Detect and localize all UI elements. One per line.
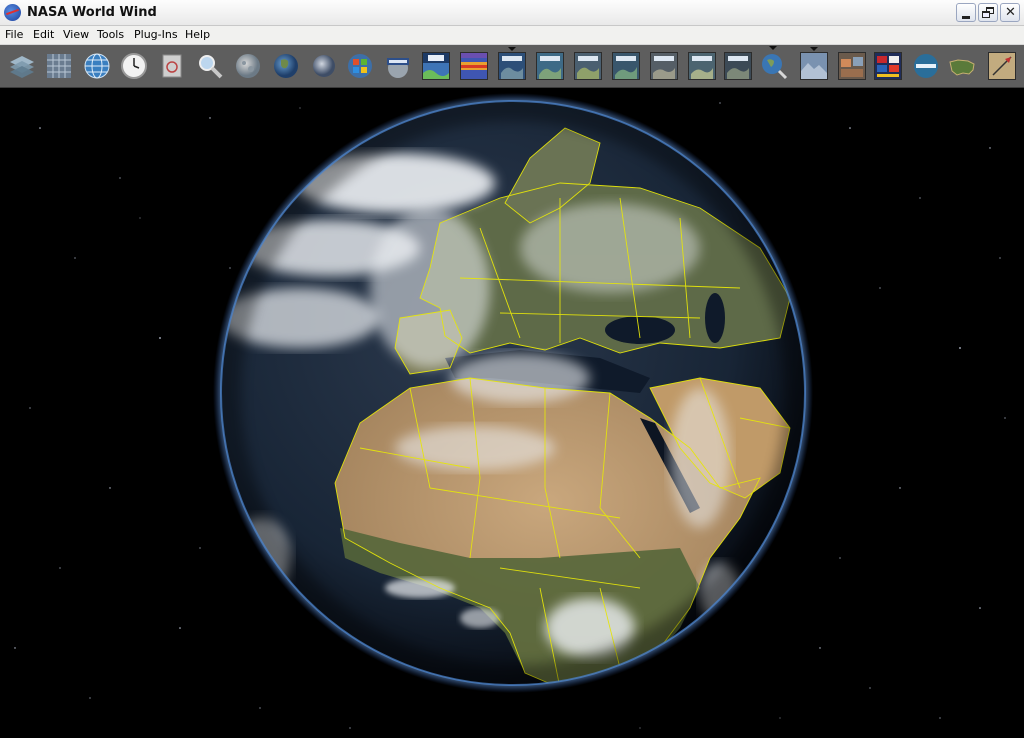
imagery-layer-icon [537, 53, 563, 79]
globe-search-icon [762, 54, 788, 80]
windows-button[interactable] [346, 52, 374, 80]
menu-bar: File Edit View Tools Plug-Ins Help [0, 26, 1024, 45]
planet-icon [313, 55, 335, 77]
latlon-grid-icon [47, 54, 71, 78]
black-sea [605, 316, 675, 344]
imagery-layer-button-1[interactable] [536, 52, 564, 80]
dropdown-arrow-icon [810, 47, 818, 51]
menu-plug-ins[interactable]: Plug-Ins [134, 28, 178, 41]
latlon-grid-button[interactable] [45, 52, 73, 80]
city-layer-icon [839, 53, 865, 79]
screenshot-icon [162, 54, 182, 78]
placenames-button[interactable] [912, 52, 940, 80]
close-icon: ✕ [1005, 5, 1016, 20]
usa-map-icon [949, 59, 975, 76]
magnifier-icon [199, 55, 223, 79]
search-button[interactable] [196, 52, 224, 80]
layers-icon [10, 56, 34, 78]
flags-icon [875, 53, 901, 79]
modis-button[interactable] [384, 52, 412, 80]
windows-logo-icon [348, 54, 372, 78]
landsat-layer-button[interactable] [498, 47, 526, 80]
compass-button[interactable] [988, 52, 1016, 80]
imagery-layer-icon [613, 53, 639, 79]
imagery-layer-button-2[interactable] [574, 52, 602, 80]
temperature-map-icon [461, 53, 487, 79]
imagery-layer-icon [725, 53, 751, 79]
maximize-button[interactable] [978, 3, 998, 22]
imagery-layer-button-6[interactable] [724, 52, 752, 80]
title-bar: NASA World Wind ✕ [0, 0, 1024, 26]
window-title: NASA World Wind [27, 5, 157, 20]
clock-icon [121, 53, 147, 79]
imagery-layer-icon [575, 53, 601, 79]
toolbar [0, 45, 1024, 88]
terrain-layer-icon [801, 53, 827, 79]
menu-view[interactable]: View [63, 28, 89, 41]
dropdown-arrow-icon [508, 47, 516, 51]
planet-button[interactable] [310, 52, 338, 80]
temperature-map-button[interactable] [460, 52, 488, 80]
globe-scene[interactable] [0, 88, 1024, 738]
flags-button[interactable] [874, 52, 902, 80]
wms-button[interactable] [422, 52, 450, 80]
caspian-sea [705, 293, 725, 343]
wms-icon [423, 53, 449, 79]
terrain-layer-button[interactable] [800, 47, 828, 80]
globe-grid-icon [84, 53, 110, 79]
menu-tools[interactable]: Tools [97, 28, 124, 41]
moon-button[interactable] [234, 52, 262, 80]
landsat-layer-icon [499, 53, 525, 79]
dropdown-arrow-icon [769, 46, 777, 50]
imagery-layer-button-5[interactable] [688, 52, 716, 80]
layers-button[interactable] [8, 52, 36, 80]
menu-edit[interactable]: Edit [33, 28, 54, 41]
imagery-layer-icon [651, 53, 677, 79]
moon-icon [236, 54, 260, 78]
placenames-icon [914, 54, 938, 78]
globe-grid-button[interactable] [83, 52, 111, 80]
imagery-layer-button-4[interactable] [650, 52, 678, 80]
menu-help[interactable]: Help [185, 28, 210, 41]
globe-search-button[interactable] [760, 46, 788, 80]
screenshot-button[interactable] [158, 52, 186, 80]
imagery-layer-button-3[interactable] [612, 52, 640, 80]
minimize-icon [962, 16, 970, 19]
compass-icon [989, 53, 1015, 79]
earth-button[interactable] [272, 52, 300, 80]
minimize-button[interactable] [956, 3, 976, 22]
city-layer-button[interactable] [838, 52, 866, 80]
menu-file[interactable]: File [5, 28, 23, 41]
time-button[interactable] [120, 52, 148, 80]
restore-icon-front [982, 11, 990, 18]
earth-icon [274, 54, 298, 78]
usa-map-button[interactable] [948, 52, 976, 80]
imagery-layer-icon [689, 53, 715, 79]
modis-icon [387, 58, 409, 78]
globe-viewport[interactable] [0, 88, 1024, 738]
close-button[interactable]: ✕ [1000, 3, 1020, 22]
nasa-logo-icon [4, 4, 21, 21]
